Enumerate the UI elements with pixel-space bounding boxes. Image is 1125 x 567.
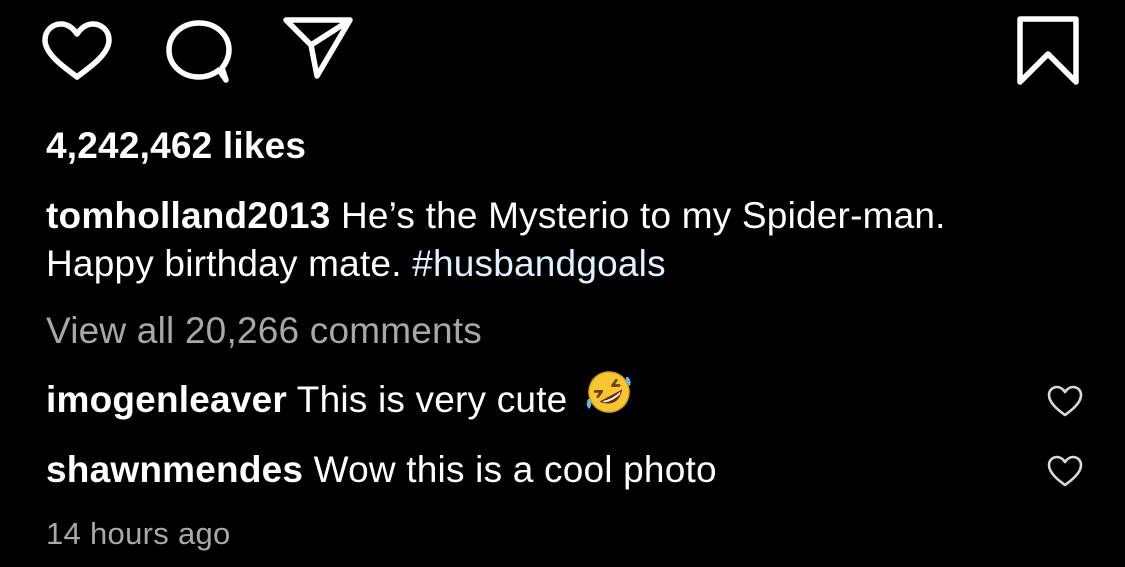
view-all-comments-link[interactable]: View all 20,266 comments: [46, 308, 482, 354]
post-action-bar: [0, 0, 1125, 100]
speech-bubble-icon: [166, 20, 232, 83]
comment-text-line: imogenleaver This is very cute: [46, 371, 634, 427]
caption-hashtag[interactable]: #husbandgoals: [412, 243, 666, 284]
bookmark-icon: [1017, 16, 1079, 85]
comment-body: Wow this is a cool photo: [313, 449, 717, 490]
save-button[interactable]: [1015, 14, 1081, 88]
caption-username[interactable]: tomholland2013: [46, 195, 330, 236]
heart-outline-icon: [1047, 385, 1083, 417]
like-count[interactable]: 4,242,462 likes: [46, 124, 306, 168]
comment-like-button[interactable]: [1046, 384, 1084, 423]
comment-like-button[interactable]: [1046, 454, 1084, 493]
post-caption: tomholland2013 He’s the Mysterio to my S…: [46, 192, 1046, 288]
comment-row: imogenleaver This is very cute: [46, 371, 1086, 427]
comment-username[interactable]: imogenleaver: [46, 379, 287, 420]
post-timestamp: 14 hours ago: [46, 516, 231, 551]
like-button[interactable]: [40, 20, 114, 82]
paper-plane-icon: [283, 17, 353, 79]
heart-outline-icon: [42, 21, 112, 80]
rolling-on-floor-laughing-emoji: [584, 369, 634, 427]
comment-row: shawnmendes Wow this is a cool photo: [46, 446, 1086, 496]
share-button[interactable]: [280, 14, 356, 82]
comment-body: This is very cute: [296, 379, 568, 420]
comment-text-line: shawnmendes Wow this is a cool photo: [46, 446, 717, 494]
comment-button[interactable]: [160, 18, 234, 84]
comment-username[interactable]: shawnmendes: [46, 449, 303, 490]
heart-outline-icon: [1047, 455, 1083, 487]
